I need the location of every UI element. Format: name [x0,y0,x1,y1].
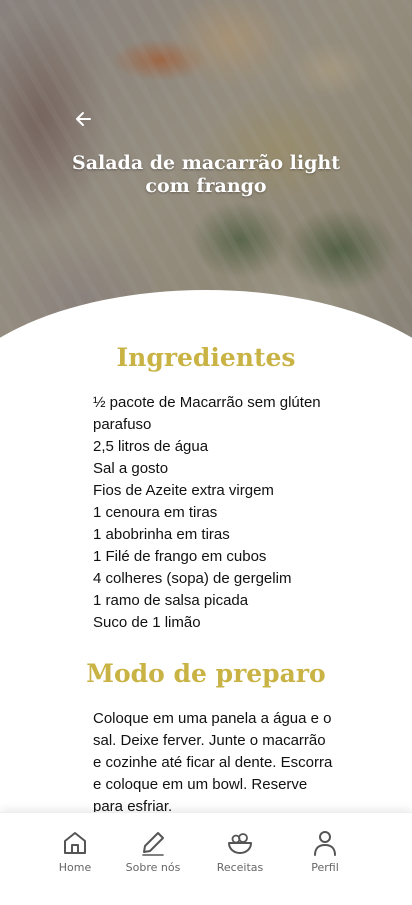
pen-icon [142,832,164,856]
ingredients-heading: Ingredientes [116,343,296,372]
ingredient-item: 1 ramo de salsa picada [93,592,249,609]
ingredient-item: ½ pacote de Macarrão sem glúten parafuso [93,394,321,433]
back-button[interactable] [70,106,96,132]
ingredient-item: 1 abobrinha em tiras [93,526,230,543]
recipe-content: Ingredientes ½ pacote de Macarrão sem gl… [0,338,412,812]
nav-item-home[interactable]: Home [32,829,118,889]
nav-label-receitas: Receitas [216,861,264,874]
nav-label-perfil: Perfil [311,861,339,874]
ingredient-item: 4 colheres (sopa) de gergelim [93,570,292,587]
hero-image: Salada de macarrão light com frango [0,0,412,350]
ingredient-item: 1 Filé de frango em cubos [93,548,267,565]
ingredient-item: Suco de 1 limão [93,614,201,631]
preparation-heading: Modo de preparo [86,659,326,688]
nav-item-perfil[interactable]: Perfil [282,829,368,889]
ingredient-item: 2,5 litros de água [93,438,209,455]
nav-label-sobre-nos: Sobre nós [125,861,181,874]
ingredient-item: Fios de Azeite extra virgem [93,482,274,499]
user-icon [314,831,336,856]
ingredient-item: 1 cenoura em tiras [93,504,218,521]
arrow-left-icon [76,112,91,126]
nav-label-home: Home [58,861,92,874]
ingredient-item: Sal a gosto [93,460,169,477]
preparation-text: Coloque em uma panela a água e o sal. De… [93,710,333,812]
ingredients-list: ½ pacote de Macarrão sem glúten parafuso… [93,392,343,634]
bottom-navigation: Home Sobre nós Receitas Perfil [0,812,412,905]
nav-item-sobre-nos[interactable]: Sobre nós [110,829,196,889]
recipe-title: Salada de macarrão light com frango [72,152,340,197]
home-icon [64,832,86,854]
bowl-icon [228,833,252,854]
nav-item-receitas[interactable]: Receitas [197,829,283,889]
